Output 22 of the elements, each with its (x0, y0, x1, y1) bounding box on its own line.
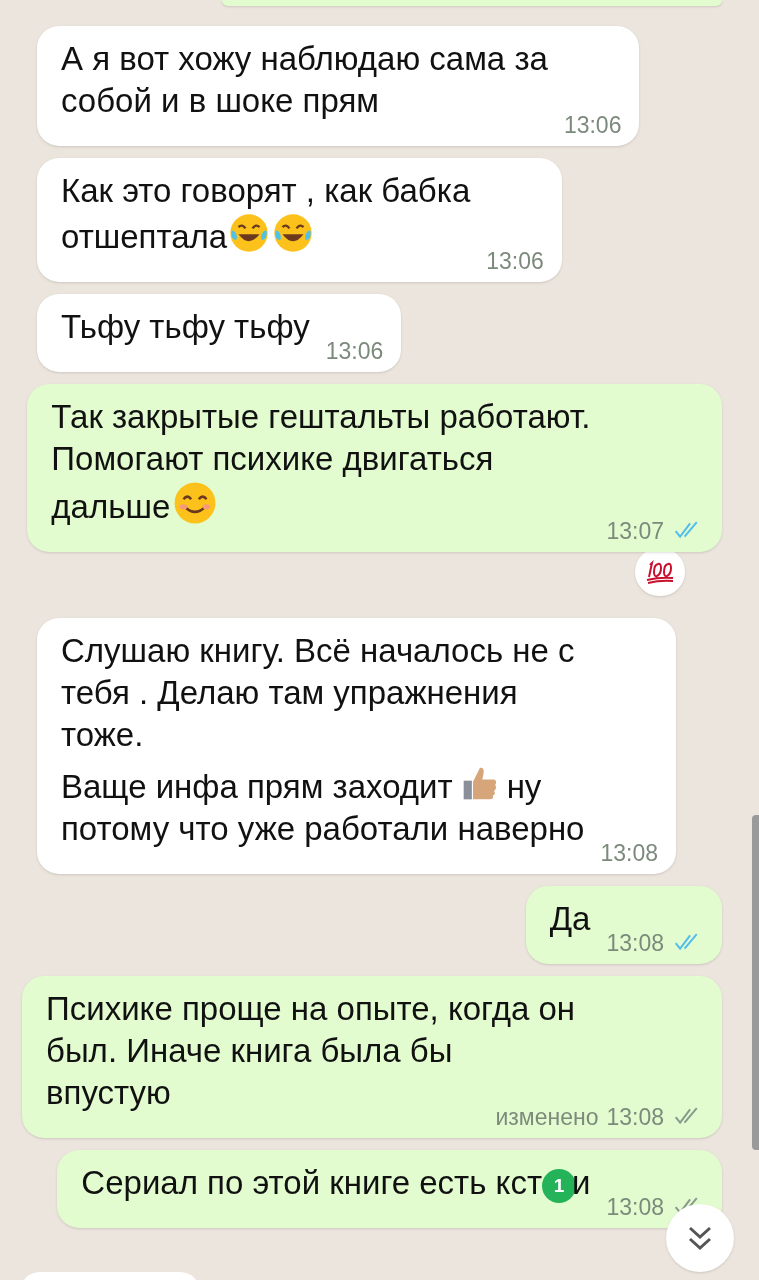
scroll-down-button[interactable] (666, 1204, 734, 1272)
message-time: 13:07 (606, 518, 664, 544)
message-text: Тьфу тьфу тьфу (61, 307, 310, 347)
laughing-face-icon (272, 212, 315, 254)
message-text: Так закрытые гештальты работают. Помогают психике двигаться дальше (51, 397, 591, 528)
scrollbar[interactable] (752, 815, 759, 1150)
message-time: 13:06 (563, 112, 622, 138)
message-time: 13:08 (606, 1104, 664, 1130)
message-time: 13:06 (486, 248, 544, 274)
message-text: Сериал по этой книге есть кст (81, 1164, 542, 1201)
message-time: 13:08 (606, 930, 664, 956)
double-chevron-down-icon (687, 1224, 713, 1252)
laughing-face-icon (228, 212, 271, 254)
message-text: Слушаю книгу. Всё началось не с тебя . Делаю там упражнения тоже. (61, 631, 576, 755)
hundred-points-icon (644, 559, 676, 585)
message-time: 13:08 (606, 1194, 664, 1220)
message-time: 13:06 (325, 338, 384, 364)
message-text: Ваще инфа прям заходит ну потому что уже работали наверно (61, 762, 585, 850)
message-time: 13:08 (600, 840, 659, 866)
message-text: Как это говорят , как бабка отшептала (61, 171, 471, 257)
message-text: Да (549, 899, 591, 939)
message-text: А я вот хожу наблюдаю сама за собой и в шоке прям (61, 39, 548, 121)
